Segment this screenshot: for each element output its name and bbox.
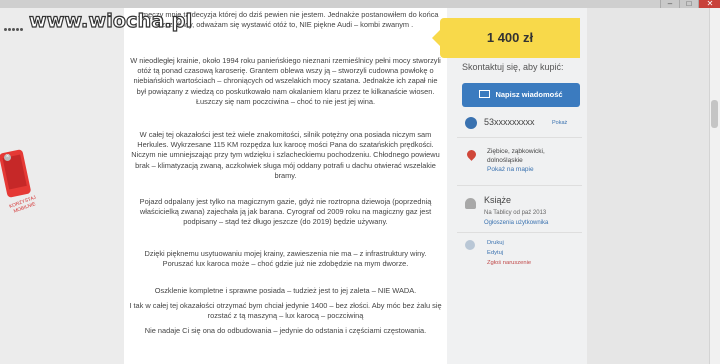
divider — [457, 185, 582, 186]
send-message-button[interactable]: Napisz wiadomość — [462, 83, 580, 107]
show-phone-link[interactable]: Pokaż — [552, 120, 567, 126]
article-paragraph: W nieodległej krainie, około 1994 roku p… — [130, 56, 441, 106]
divider — [457, 137, 582, 138]
article-paragraph: Nie nadaje Ci się ona do odbudowania – j… — [144, 326, 427, 335]
article-paragraph: I tak w całej tej okazałości otrzymać by… — [129, 301, 442, 321]
user-ads-link[interactable]: Ogłoszenia użytkownika — [484, 220, 548, 226]
user-name: Książe — [484, 195, 512, 205]
send-message-label: Napisz wiadomość — [495, 90, 563, 99]
location-line: Ziębice, ząbkowicki, — [487, 148, 545, 155]
user-icon — [465, 198, 476, 209]
phone-icon — [465, 117, 477, 129]
maximize-button[interactable]: □ — [679, 0, 698, 8]
scrollbar-thumb[interactable] — [711, 100, 718, 128]
article-paragraph: Pojazd odpalany jest tylko na magicznym … — [139, 197, 432, 227]
article-body: … męczy mnie ta decyzja której do dziś p… — [124, 8, 447, 364]
edit-link[interactable]: Edytuj — [487, 250, 503, 256]
watermark-text: www.wiocha.pl — [28, 9, 193, 32]
price-tag: 1 400 zł — [440, 18, 580, 58]
divider — [457, 232, 582, 233]
contact-heading: Skontaktuj się, aby kupić: — [462, 62, 564, 72]
right-margin — [587, 8, 709, 364]
phone-number: 53xxxxxxxxx — [484, 117, 535, 127]
article-paragraph: Dzięki pięknemu usytuowaniu mojej krainy… — [144, 249, 427, 269]
close-button[interactable]: ✕ — [698, 0, 720, 8]
user-since: Na Tablicy od paź 2013 — [484, 210, 547, 216]
show-on-map-link[interactable]: Pokaż na mapie — [487, 166, 534, 173]
location-text: Ziębice, ząbkowicki, dolnośląskie — [487, 147, 545, 165]
report-link[interactable]: Zgłoś naruszenie — [487, 260, 531, 266]
ad-close-icon[interactable]: × — [4, 154, 11, 161]
location-line: dolnośląskie — [487, 157, 523, 164]
article-paragraph: W całej tej okazałości jest też wiele zn… — [131, 130, 440, 180]
scrollbar[interactable] — [709, 8, 720, 364]
minimize-button[interactable]: – — [660, 0, 679, 8]
print-icon — [465, 240, 475, 250]
article-paragraph: Oszklenie kompletne i sprawne posiada – … — [154, 286, 417, 295]
price-tag-notch — [432, 30, 440, 46]
watermark-dots — [4, 18, 26, 31]
envelope-icon — [479, 90, 491, 98]
wiocha-watermark: www.wiocha.pl — [1, 9, 193, 33]
print-link[interactable]: Drukuj — [487, 240, 504, 246]
